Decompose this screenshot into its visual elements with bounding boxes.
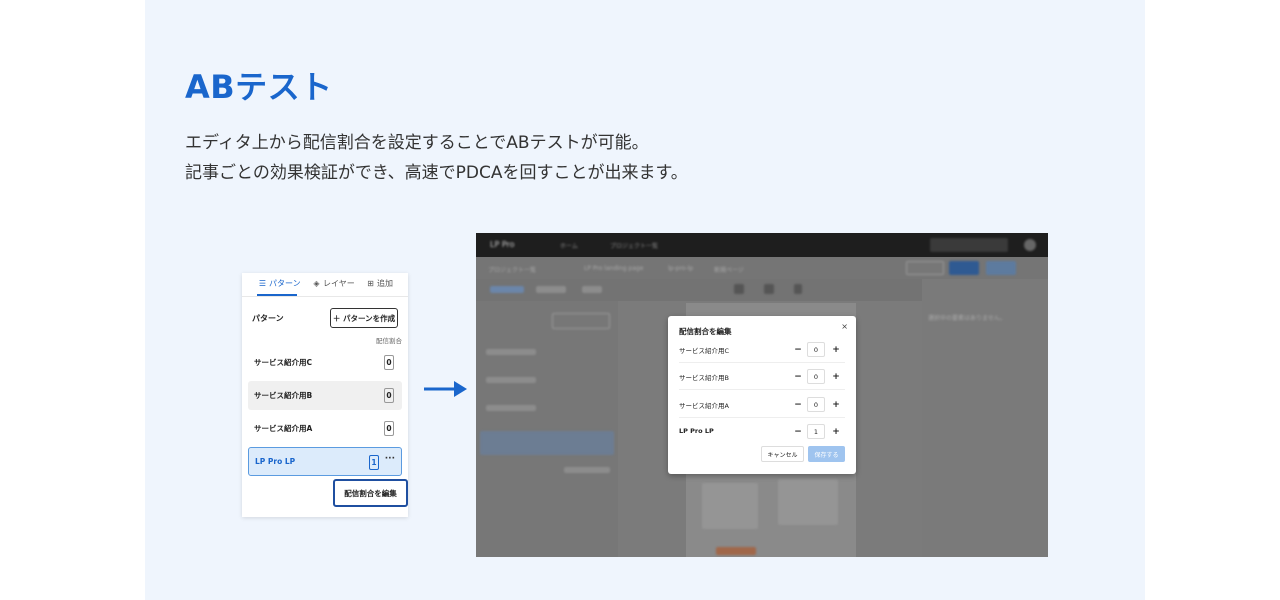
tab-pattern-label: パターン: [269, 279, 301, 288]
pattern-row-label: サービス紹介用C: [254, 358, 313, 367]
modal-row-label: サービス紹介用C: [679, 347, 730, 355]
bg-orange-block: [716, 547, 756, 555]
close-icon[interactable]: ×: [841, 322, 848, 331]
bg-row-selected: [480, 431, 614, 455]
rate-input[interactable]: 0: [807, 342, 825, 357]
tab-pattern[interactable]: ☰ パターン: [258, 278, 301, 289]
modal-rate-row: LP Pro LP − 1 +: [679, 418, 845, 445]
left-tab: [582, 286, 602, 293]
modal-row-label: サービス紹介用B: [679, 374, 729, 382]
layers-icon: ◈: [313, 279, 320, 288]
minus-icon[interactable]: −: [791, 370, 805, 384]
preview-button: [906, 261, 944, 275]
pattern-row[interactable]: サービス紹介用A 0: [248, 414, 402, 443]
pattern-row-rate: 0: [384, 421, 394, 436]
minus-icon[interactable]: −: [791, 343, 805, 357]
pattern-row[interactable]: サービス紹介用C 0: [248, 348, 402, 377]
tab-add[interactable]: ⊞ 追加: [366, 278, 393, 289]
pattern-heading: パターン: [252, 314, 284, 323]
app-header: LP Pro ホーム プロジェクト一覧: [476, 233, 1048, 257]
active-tab-indicator: [257, 294, 297, 296]
pattern-row-label: サービス紹介用A: [254, 424, 313, 433]
header-tab-home: ホーム: [560, 243, 578, 250]
cancel-button[interactable]: キャンセル: [761, 446, 804, 462]
pattern-panel: ☰ パターン ◈ レイヤー ⊞ 追加 パターン ＋ パターンを作成 配信割合 サービス…: [242, 273, 408, 517]
bg-edit-button: [564, 467, 610, 473]
header-tab-projects: プロジェクト一覧: [610, 243, 659, 250]
bg-thumbnail: [702, 483, 758, 529]
pattern-row-rate: 0: [384, 388, 394, 403]
left-tab-active: [490, 286, 524, 293]
minus-icon[interactable]: −: [791, 398, 805, 412]
description-line-2: 記事ごとの効果検証ができ、高速でPDCAを回すことが出来ます。: [185, 163, 688, 183]
create-pattern-button[interactable]: ＋ パターンを作成: [330, 308, 398, 328]
section-description: エディタ上から配信割合を設定することでABテストが可能。 記事ごとの効果検証がで…: [185, 128, 688, 188]
description-line-1: エディタ上から配信割合を設定することでABテストが可能。: [185, 133, 649, 153]
ab-test-section: ABテスト エディタ上から配信割合を設定することでABテストが可能。 記事ごとの…: [145, 0, 1145, 600]
distribution-rate-label: 配信割合: [376, 337, 402, 345]
section-title: ABテスト: [185, 68, 333, 106]
pattern-row[interactable]: サービス紹介用B 0: [248, 381, 402, 410]
right-panel-note: 選択中の要素はありません。: [928, 315, 1006, 322]
pattern-row-label: LP Pro LP: [255, 457, 296, 466]
plus-square-icon: ⊞: [367, 279, 374, 288]
minus-icon[interactable]: −: [791, 425, 805, 439]
tablet-view-icon: [764, 284, 774, 294]
modal-rate-row: サービス紹介用A − 0 +: [679, 391, 845, 418]
bg-row: [486, 349, 536, 355]
pattern-row-label: サービス紹介用B: [254, 391, 313, 400]
more-options-icon[interactable]: ···: [385, 454, 395, 464]
breadcrumb-4: 新規ページ: [714, 267, 744, 274]
plus-icon[interactable]: +: [829, 343, 843, 357]
editor-toolbar: プロジェクト一覧 LP Pro landing page lp-pro-lp 新…: [476, 257, 1048, 279]
avatar: [1024, 239, 1036, 251]
plus-icon[interactable]: +: [829, 425, 843, 439]
tab-layer-label: レイヤー: [323, 279, 355, 288]
right-panel-bg: 選択中の要素はありません。: [922, 279, 1048, 557]
plus-icon[interactable]: +: [829, 370, 843, 384]
save-button[interactable]: 保存する: [808, 446, 845, 462]
plus-icon[interactable]: +: [829, 398, 843, 412]
publish-button: [986, 261, 1016, 275]
left-panel-bg: [476, 301, 618, 557]
breadcrumb-2: LP Pro landing page: [584, 265, 644, 272]
modal-row-label: LP Pro LP: [679, 427, 714, 435]
rate-input[interactable]: 0: [807, 369, 825, 384]
panel-tabs: ☰ パターン ◈ レイヤー ⊞ 追加: [242, 273, 408, 297]
desktop-view-icon: [734, 284, 744, 294]
bg-create-button: [552, 313, 610, 329]
tab-add-label: 追加: [377, 279, 393, 288]
app-logo: LP Pro: [490, 240, 515, 249]
modal-rate-row: サービス紹介用B − 0 +: [679, 363, 845, 390]
mobile-view-icon: [794, 284, 802, 294]
save-draft-button: [949, 261, 979, 275]
rate-input[interactable]: 1: [807, 424, 825, 439]
pattern-row-selected[interactable]: LP Pro LP 1 ···: [248, 447, 402, 476]
list-icon: ☰: [258, 279, 267, 288]
modal-rate-row: サービス紹介用C − 0 +: [679, 336, 845, 363]
arrow-right-icon: [424, 381, 467, 397]
pattern-row-rate: 1: [369, 455, 379, 470]
editor-screenshot: LP Pro ホーム プロジェクト一覧 プロジェクト一覧 LP Pro land…: [476, 233, 1048, 557]
breadcrumb-1: プロジェクト一覧: [488, 267, 537, 274]
bg-row: [486, 377, 536, 383]
rate-input[interactable]: 0: [807, 397, 825, 412]
header-select: [930, 238, 1008, 252]
modal-row-label: サービス紹介用A: [679, 402, 729, 410]
edit-distribution-button[interactable]: 配信割合を編集: [333, 479, 408, 507]
edit-distribution-modal: 配信割合を編集 × サービス紹介用C − 0 + サービス紹介用B − 0 + …: [668, 316, 856, 474]
pattern-row-rate: 0: [384, 355, 394, 370]
breadcrumb-3: lp-pro-lp: [668, 265, 694, 272]
bg-row: [486, 405, 536, 411]
tab-layer[interactable]: ◈ レイヤー: [312, 278, 355, 289]
left-tab: [536, 286, 566, 293]
bg-thumbnail: [778, 479, 838, 525]
